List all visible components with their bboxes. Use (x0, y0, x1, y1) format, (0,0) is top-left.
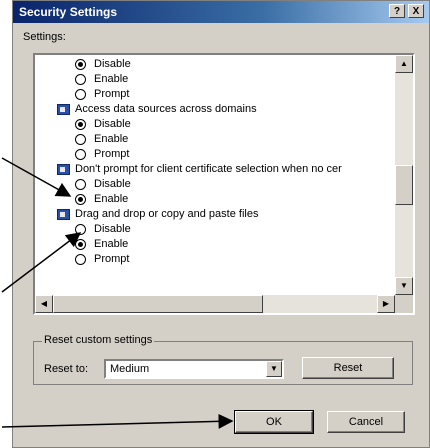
ok-button[interactable]: OK (234, 410, 314, 434)
vertical-scrollbar[interactable]: ▲ ▼ (395, 55, 413, 295)
setting-option[interactable]: Prompt (35, 147, 395, 162)
reset-group-label: Reset custom settings (42, 334, 155, 346)
setting-option[interactable]: Enable (35, 237, 395, 252)
setting-category-label: Don't prompt for client certificate sele… (75, 163, 342, 175)
radio-unchecked-icon[interactable] (75, 74, 86, 85)
radio-unchecked-icon[interactable] (75, 254, 86, 265)
settings-list-content: Disable Enable Prompt Access data sources a… (35, 57, 395, 267)
setting-option-label: Enable (94, 133, 129, 145)
radio-unchecked-icon[interactable] (75, 149, 86, 160)
title-bar: Security Settings ? X (13, 1, 429, 23)
settings-label: Settings: (23, 31, 66, 43)
security-level-value: Medium (110, 363, 150, 375)
radio-unchecked-icon[interactable] (75, 89, 86, 100)
setting-category-label: Access data sources across domains (75, 103, 257, 115)
radio-unchecked-icon[interactable] (75, 179, 86, 190)
scroll-right-arrow-icon[interactable]: ▶ (377, 295, 395, 313)
setting-option[interactable]: Disable (35, 117, 395, 132)
setting-option-label: Disable (94, 118, 131, 130)
setting-option[interactable]: Enable (35, 72, 395, 87)
radio-checked-icon[interactable] (75, 194, 86, 205)
radio-checked-icon[interactable] (75, 119, 86, 130)
setting-category[interactable]: Drag and drop or copy and paste files (35, 207, 395, 222)
chevron-down-icon[interactable]: ▼ (266, 361, 282, 377)
setting-option-label: Prompt (94, 148, 130, 160)
scroll-left-arrow-icon[interactable]: ◀ (35, 295, 53, 313)
setting-option[interactable]: Disable (35, 57, 395, 72)
radio-unchecked-icon[interactable] (75, 134, 86, 145)
setting-option-label: Disable (94, 223, 131, 235)
horizontal-scroll-thumb[interactable] (53, 295, 263, 313)
setting-category[interactable]: Don't prompt for client certificate sele… (35, 162, 395, 177)
scroll-up-arrow-icon[interactable]: ▲ (395, 55, 413, 73)
settings-category-icon (57, 164, 70, 175)
setting-option[interactable]: Enable (35, 192, 395, 207)
radio-unchecked-icon[interactable] (75, 224, 86, 235)
setting-option-label: Enable (94, 193, 129, 205)
settings-category-icon (57, 209, 70, 220)
help-button[interactable]: ? (389, 4, 405, 18)
settings-list[interactable]: Disable Enable Prompt Access data sources a… (33, 53, 415, 315)
setting-category-label: Drag and drop or copy and paste files (75, 208, 259, 220)
setting-option-label: Prompt (94, 88, 130, 100)
setting-option-label: Disable (94, 58, 131, 70)
setting-option-label: Disable (94, 178, 131, 190)
window-title: Security Settings (19, 5, 118, 19)
settings-category-icon (57, 104, 70, 115)
close-button[interactable]: X (408, 4, 424, 18)
horizontal-scrollbar[interactable]: ◀ ▶ (35, 295, 395, 313)
cancel-button[interactable]: Cancel (327, 411, 405, 433)
setting-option[interactable]: Disable (35, 177, 395, 192)
reset-to-label: Reset to: (44, 363, 89, 375)
setting-option-label: Enable (94, 73, 129, 85)
vertical-scroll-thumb[interactable] (395, 165, 413, 205)
setting-option-label: Prompt (94, 253, 130, 265)
reset-button[interactable]: Reset (302, 357, 394, 379)
setting-option[interactable]: Enable (35, 132, 395, 147)
setting-option[interactable]: Disable (35, 222, 395, 237)
radio-checked-icon[interactable] (75, 59, 86, 70)
reset-custom-settings-group: Reset custom settings Reset to: Medium ▼… (33, 334, 413, 385)
radio-checked-icon[interactable] (75, 239, 86, 250)
setting-category[interactable]: Access data sources across domains (35, 102, 395, 117)
security-level-select[interactable]: Medium ▼ (104, 359, 284, 379)
scroll-down-arrow-icon[interactable]: ▼ (395, 277, 413, 295)
setting-option[interactable]: Prompt (35, 87, 395, 102)
security-settings-dialog: Security Settings ? X Settings: Disable E… (12, 0, 430, 448)
setting-option-label: Enable (94, 238, 129, 250)
scrollbar-corner (395, 295, 413, 313)
setting-option[interactable]: Prompt (35, 252, 395, 267)
